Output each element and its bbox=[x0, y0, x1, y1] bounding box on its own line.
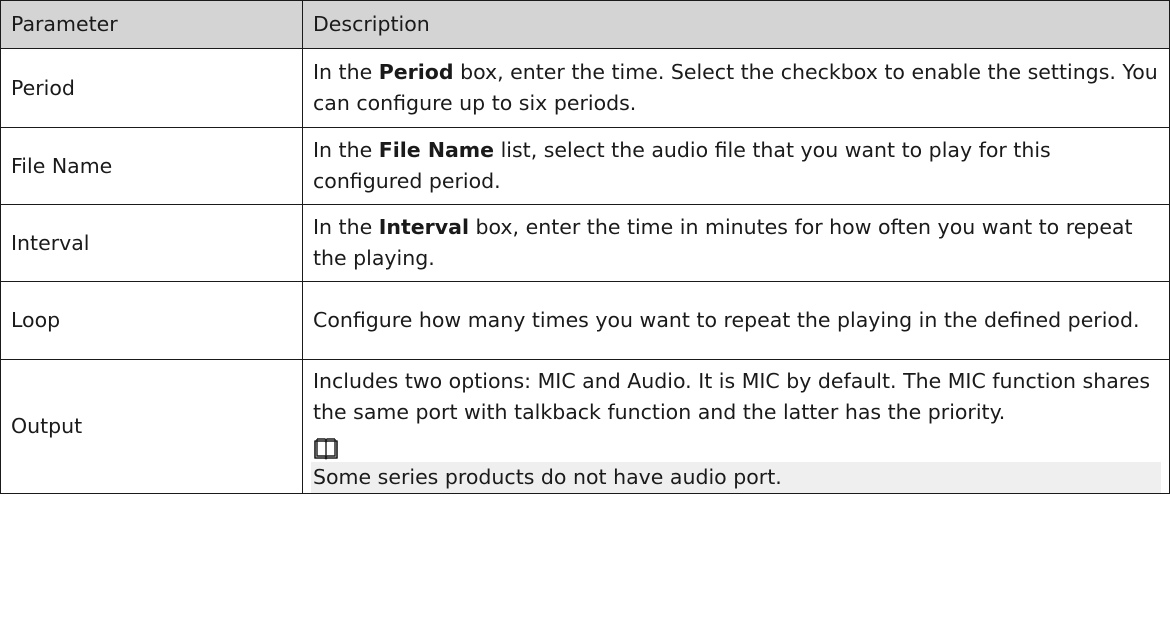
parameter-description: In the Interval box, enter the time in m… bbox=[302, 204, 1170, 282]
parameter-table: Parameter Description Period In the Peri… bbox=[0, 0, 1170, 494]
parameter-name: Output bbox=[0, 359, 303, 494]
table-row-output: Output Includes two options: MIC and Aud… bbox=[0, 359, 1170, 494]
table-row-file-name: File Name In the File Name list, select … bbox=[0, 127, 1170, 205]
parameter-description: Configure how many times you want to rep… bbox=[302, 281, 1170, 360]
table-row-loop: Loop Configure how many times you want t… bbox=[0, 281, 1170, 360]
header-description: Description bbox=[302, 0, 1170, 49]
parameter-description: Includes two options: MIC and Audio. It … bbox=[302, 359, 1170, 494]
table-row-period: Period In the Period box, enter the time… bbox=[0, 48, 1170, 128]
description-keyword: Interval bbox=[378, 214, 469, 239]
book-icon bbox=[313, 437, 1159, 461]
description-keyword: File Name bbox=[378, 137, 495, 162]
table-row-interval: Interval In the Interval box, enter the … bbox=[0, 204, 1170, 282]
description-text: In the bbox=[313, 137, 379, 162]
parameter-description: In the File Name list, select the audio … bbox=[302, 127, 1170, 205]
parameter-description: In the Period box, enter the time. Selec… bbox=[302, 48, 1170, 128]
description-keyword: Period bbox=[378, 59, 454, 84]
description-text: Includes two options: MIC and Audio. It … bbox=[313, 369, 1151, 424]
parameter-name: File Name bbox=[0, 127, 303, 205]
description-text: In the bbox=[313, 59, 379, 84]
parameter-name: Period bbox=[0, 48, 303, 128]
table-header-row: Parameter Description bbox=[0, 0, 1170, 49]
parameter-name: Interval bbox=[0, 204, 303, 282]
note-text: Some series products do not have audio p… bbox=[311, 462, 1161, 493]
description-text: In the bbox=[313, 214, 379, 239]
header-parameter: Parameter bbox=[0, 0, 303, 49]
parameter-name: Loop bbox=[0, 281, 303, 360]
